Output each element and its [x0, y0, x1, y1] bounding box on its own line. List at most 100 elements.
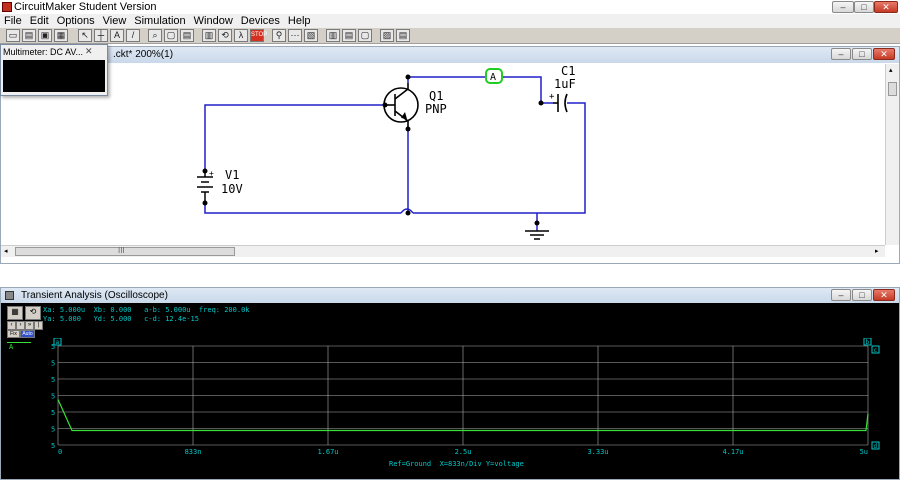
cursor-c-label: c	[874, 347, 878, 354]
settings-1-icon[interactable]: ▥	[326, 29, 340, 42]
scope-icon[interactable]: ▧	[304, 29, 318, 42]
arrow-tool-icon[interactable]: ↖	[78, 29, 92, 42]
multimeter-display	[3, 60, 105, 92]
scroll-left-icon[interactable]: ◂	[4, 247, 8, 255]
battery-plus: +	[209, 169, 214, 178]
scope-reset-icon[interactable]: ⟲	[25, 306, 41, 320]
schematic-canvas[interactable]: + V1 10V Q1 PNP + C1 1uF A	[1, 63, 885, 245]
minimize-icon[interactable]: –	[832, 1, 854, 13]
close-icon[interactable]: ✕	[85, 46, 93, 57]
battery-ref: V1	[225, 168, 239, 182]
stop-icon[interactable]: STOP	[250, 29, 267, 42]
vertical-scroll-thumb[interactable]	[888, 82, 897, 96]
close-icon[interactable]: ✕	[873, 289, 895, 301]
toolbar: ▭ ▤ ▣ ▦ ↖ ┼ A / ⌕ ▢ ▤ ▥ ⟲ λ STOP ⚲ ⋯ ▧ ▥…	[0, 28, 900, 44]
junction-dot	[538, 100, 544, 106]
open-file-icon[interactable]: ▤	[22, 29, 36, 42]
maximize-icon[interactable]: □	[854, 1, 874, 13]
wire-left-bottom	[204, 203, 401, 214]
menu-options[interactable]: Options	[53, 14, 99, 28]
menu-edit[interactable]: Edit	[26, 14, 53, 28]
menu-simulation[interactable]: Simulation	[130, 14, 189, 28]
junction-dot	[534, 220, 540, 226]
close-icon[interactable]: ✕	[873, 48, 895, 60]
y-tick-label: 5	[51, 376, 55, 384]
close-icon[interactable]: ✕	[874, 1, 898, 13]
trace-icon[interactable]: ⋯	[288, 29, 302, 42]
x-tick-label: 2.5u	[455, 448, 472, 456]
text-tool-icon[interactable]: A	[110, 29, 124, 42]
print-icon[interactable]: ▦	[54, 29, 68, 42]
scope-readout-row2: Ya: 5.000 Yd: 5.000 c-d: 12.4e-15	[43, 315, 199, 323]
multimeter-window[interactable]: Multimeter: DC AV... ✕	[0, 44, 108, 96]
rotate-icon[interactable]: ⟲	[218, 29, 232, 42]
oscilloscope-window: Transient Analysis (Oscilloscope) – □ ✕ …	[0, 287, 900, 480]
wire-bottom-right	[413, 102, 586, 214]
scope-title-bar: Transient Analysis (Oscilloscope) – □ ✕	[1, 288, 899, 303]
x-tick-label: 3.33u	[587, 448, 608, 456]
scope-fast-icon[interactable]: »	[25, 321, 34, 330]
wire-left-top	[204, 104, 385, 171]
stepper-icon[interactable]: λ	[234, 29, 248, 42]
scope-cursor-icon[interactable]: |	[34, 321, 43, 330]
settings-2-icon[interactable]: ▤	[342, 29, 356, 42]
capacitor-plus: +	[549, 92, 555, 102]
settings-5-icon[interactable]: ▤	[396, 29, 410, 42]
minimize-icon[interactable]: –	[831, 48, 851, 60]
circuit-window: .ckt* 200%(1) – □ ✕ + V1 10V Q1 PNP + C1…	[0, 46, 900, 264]
capacitor-ref: C1	[561, 64, 575, 78]
scope-window-icon	[5, 291, 14, 300]
horizontal-scroll-thumb[interactable]: III	[15, 246, 235, 256]
maximize-icon[interactable]: □	[852, 289, 872, 301]
scope-fix-button[interactable]: Fix	[7, 330, 20, 338]
new-file-icon[interactable]: ▭	[6, 29, 20, 42]
cursor-d-label: d	[874, 443, 878, 450]
junction-dots	[202, 74, 544, 226]
fit-icon[interactable]: ▢	[164, 29, 178, 42]
scope-plot[interactable]: 5555555 0 833n 1.67u 2.5u 3.33u 4.17u 5u a b c…	[11, 338, 891, 468]
x-tick-label: 5u	[860, 448, 868, 456]
y-axis-labels: 5555555	[51, 343, 55, 450]
transistor-q1	[383, 83, 419, 129]
menu-view[interactable]: View	[99, 14, 131, 28]
horizontal-scrollbar[interactable]: ◂ III ▸	[1, 245, 885, 257]
x-tick-label: 833n	[185, 448, 202, 456]
scope-left-icon[interactable]: ‹	[7, 321, 16, 330]
probe-a-label[interactable]: A	[490, 72, 496, 83]
cursor-b-label: b	[866, 339, 870, 346]
vertical-scrollbar[interactable]: ▴	[885, 64, 899, 245]
minimize-icon[interactable]: –	[831, 289, 851, 301]
scroll-thumb-grip: III	[118, 246, 125, 255]
y-tick-label: 5	[51, 426, 55, 434]
settings-3-icon[interactable]: ▢	[358, 29, 372, 42]
menu-window[interactable]: Window	[190, 14, 237, 28]
wire-tool-icon[interactable]: ┼	[94, 29, 108, 42]
scope-auto-button[interactable]: Auto	[20, 330, 35, 338]
menu-help[interactable]: Help	[284, 14, 315, 28]
junction-dot	[405, 74, 411, 80]
menu-devices[interactable]: Devices	[237, 14, 284, 28]
scroll-right-icon[interactable]: ▸	[875, 247, 879, 255]
parts-icon[interactable]: ▤	[180, 29, 194, 42]
scroll-up-icon[interactable]: ▴	[889, 66, 893, 74]
ground-symbol	[525, 230, 549, 240]
y-tick-label: 5	[51, 360, 55, 368]
transistor-ref: Q1	[429, 89, 443, 103]
save-icon[interactable]: ▣	[38, 29, 52, 42]
scope-right-icon[interactable]: ›	[16, 321, 25, 330]
probe-tool-icon[interactable]: /	[126, 29, 140, 42]
scope-title: Transient Analysis (Oscilloscope)	[21, 290, 168, 301]
x-tick-label: 1.67u	[317, 448, 338, 456]
y-tick-label: 5	[51, 393, 55, 401]
digital-icon[interactable]: ▥	[202, 29, 216, 42]
settings-4-icon[interactable]: ▨	[380, 29, 394, 42]
menu-file[interactable]: File	[0, 14, 26, 28]
zoom-icon[interactable]: ⌕	[148, 29, 162, 42]
x-axis-labels: 0 833n 1.67u 2.5u 3.33u 4.17u 5u	[58, 448, 868, 456]
cursor-a-label: a	[56, 339, 60, 346]
app-icon	[2, 2, 12, 12]
scope-measure-icon[interactable]: ▦	[7, 306, 23, 320]
app-title-bar: CircuitMaker Student Version – □ ✕	[0, 0, 900, 14]
maximize-icon[interactable]: □	[852, 48, 872, 60]
run-simulation-icon[interactable]: ⚲	[272, 29, 286, 42]
